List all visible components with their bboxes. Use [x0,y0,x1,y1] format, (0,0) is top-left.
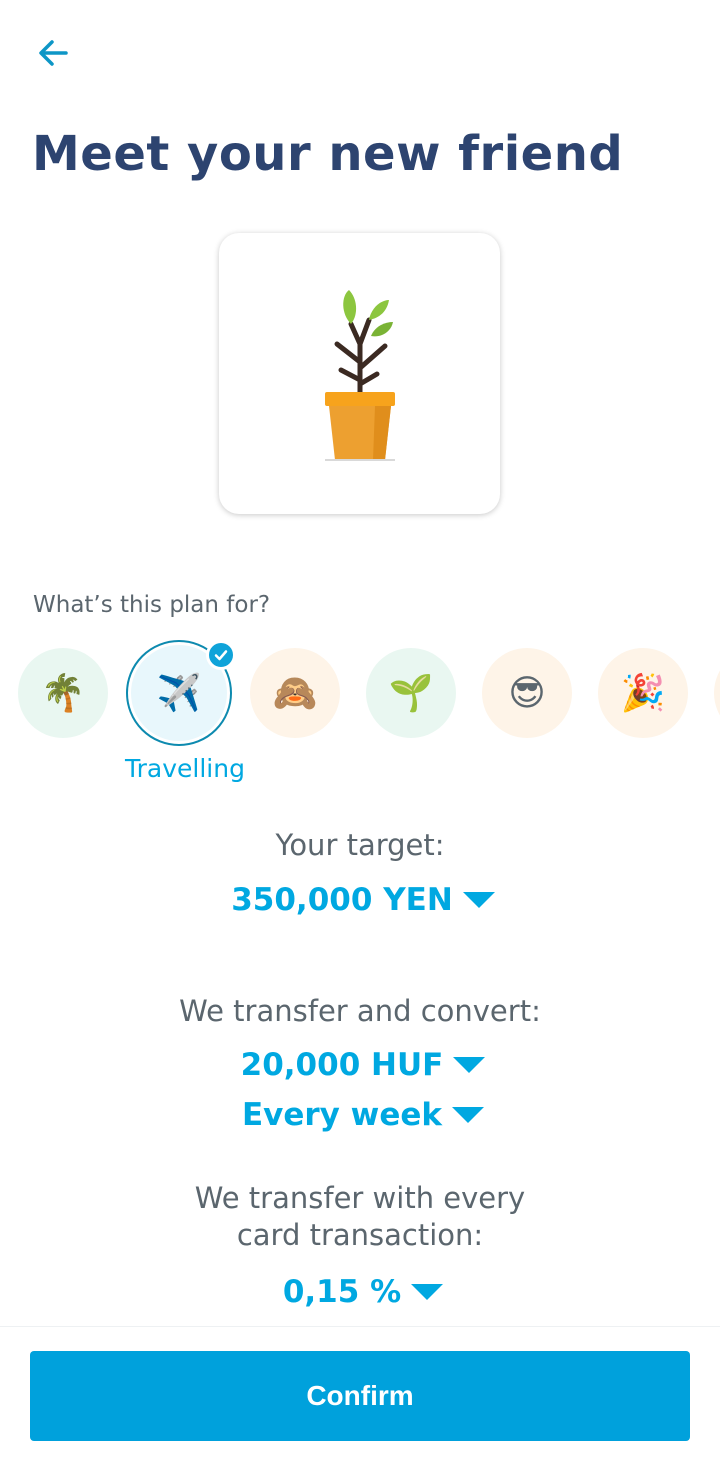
transfer-frequency-dropdown[interactable]: Every week [242,1097,484,1133]
plant-card [219,233,500,514]
option-airplane[interactable]: ✈️ [126,640,236,746]
potted-plant-icon [324,289,395,461]
caret-down-icon [462,892,495,908]
card-transfer-value: 0,15 % [282,1274,402,1310]
page-title: Meet your new friend [32,126,624,182]
transfer-amount-dropdown[interactable]: 20,000 HUF [241,1047,486,1083]
transfer-frequency: Every week [241,1097,442,1133]
card-transfer-value-row: 0,15 % [0,1274,720,1310]
target-label: Your target: [275,828,445,862]
caret-down-icon [452,1107,484,1123]
option-sunglasses-face[interactable]: 😎 [482,648,572,738]
card-transfer-label-line1: We transfer with every [194,1181,526,1215]
party-popper-icon: 🎉 [620,673,666,714]
plan-purpose-label: What’s this plan for? [33,592,271,618]
option-party-popper[interactable]: 🎉 [598,648,688,738]
card-transfer-value-dropdown[interactable]: 0,15 % [282,1274,444,1310]
back-button[interactable] [28,28,78,78]
confirm-button[interactable]: Confirm [30,1351,690,1441]
selected-option-label: Travelling [125,754,245,783]
seedling-icon: 🌱 [388,673,434,714]
arrow-left-icon [39,40,68,66]
caret-down-icon [453,1057,486,1073]
transfer-section: We transfer and convert: [0,994,720,1028]
target-section: Your target: [0,828,720,862]
option-see-no-evil-monkey[interactable]: 🙈 [250,648,340,738]
card-transfer-section: We transfer with every card transaction: [0,1180,720,1254]
transfer-amount-row: 20,000 HUF [0,1047,720,1083]
caret-down-icon [411,1284,444,1300]
palm-tree-icon: 🌴 [40,673,86,714]
airplane-icon: ✈️ [156,673,202,714]
target-value-dropdown[interactable]: 350,000 YEN [231,882,495,918]
card-transfer-label-line2: card transaction: [236,1218,484,1252]
footer-bar: Confirm [0,1326,720,1461]
target-value: 350,000 YEN [231,882,453,918]
option-more[interactable] [714,648,720,738]
sunglasses-face-icon: 😎 [508,672,546,714]
transfer-frequency-row: Every week [0,1097,720,1133]
option-seedling[interactable]: 🌱 [366,648,456,738]
transfer-label: We transfer and convert: [179,994,541,1028]
see-no-evil-monkey-icon: 🙈 [272,673,318,714]
transfer-amount: 20,000 HUF [240,1047,444,1083]
option-palm-tree[interactable]: 🌴 [18,648,108,738]
check-icon [206,640,236,670]
target-value-row: 350,000 YEN [0,882,720,918]
